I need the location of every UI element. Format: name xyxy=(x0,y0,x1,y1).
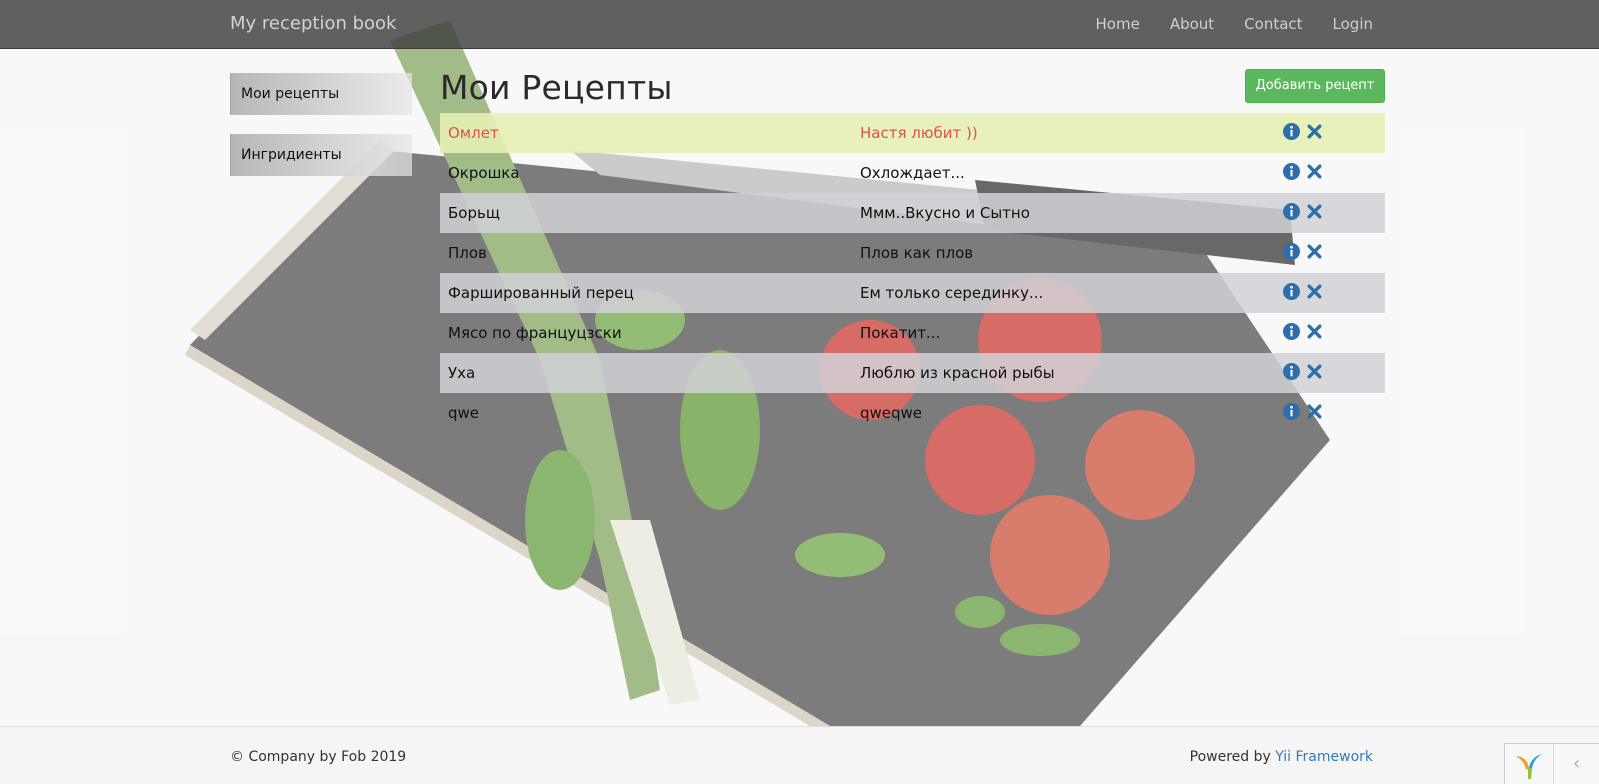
sidebar-item-ingredients[interactable]: Ингридиенты xyxy=(230,134,412,176)
recipe-description: Плов как плов xyxy=(860,244,974,262)
row-actions xyxy=(1283,403,1323,420)
row-actions xyxy=(1283,243,1323,260)
close-icon[interactable] xyxy=(1306,123,1323,140)
page-title: Мои Рецепты xyxy=(440,68,673,107)
powered-by: Powered by Yii Framework xyxy=(1190,749,1373,765)
close-icon[interactable] xyxy=(1306,323,1323,340)
recipe-description: Настя любит )) xyxy=(860,124,978,142)
recipe-description: qweqwe xyxy=(860,404,923,422)
recipe-name-link[interactable]: qwe xyxy=(448,404,479,422)
close-icon[interactable] xyxy=(1306,243,1323,260)
recipe-name-link[interactable]: Фаршированный перец xyxy=(448,284,634,302)
row-actions xyxy=(1283,283,1323,300)
table-row: Окрошка Охлождает... xyxy=(440,153,1385,193)
chevron-left-icon: ‹ xyxy=(1573,753,1581,774)
powered-by-prefix: Powered by xyxy=(1189,749,1276,765)
table-row: Борьщ Ммм..Вкусно и Сытно xyxy=(440,193,1385,233)
row-actions xyxy=(1283,203,1323,220)
recipe-description: Покатит... xyxy=(860,324,941,342)
table-row: Уха Люблю из красной рыбы xyxy=(440,353,1385,393)
close-icon[interactable] xyxy=(1306,283,1323,300)
info-circle-icon[interactable] xyxy=(1283,403,1300,420)
row-actions xyxy=(1283,323,1323,340)
info-circle-icon[interactable] xyxy=(1283,283,1300,300)
info-circle-icon[interactable] xyxy=(1283,203,1300,220)
copyright-text: © Company by Fob 2019 xyxy=(230,749,407,765)
info-circle-icon[interactable] xyxy=(1283,163,1300,180)
sidebar-item-my-recipes[interactable]: Мои рецепты xyxy=(230,73,412,115)
nav-about[interactable]: About xyxy=(1170,15,1214,33)
recipes-table: Омлет Настя любит )) Окрошка Охлождает..… xyxy=(440,113,1385,433)
table-row: qwe qweqwe xyxy=(440,393,1385,433)
nav-links: Home About Contact Login xyxy=(1096,15,1373,33)
recipe-description: Ммм..Вкусно и Сытно xyxy=(860,204,1030,222)
close-icon[interactable] xyxy=(1306,363,1323,380)
table-row: Омлет Настя любит )) xyxy=(440,113,1385,153)
recipe-description: Ем только серединку... xyxy=(860,284,1044,302)
nav-contact[interactable]: Contact xyxy=(1244,15,1302,33)
close-icon[interactable] xyxy=(1306,403,1323,420)
recipe-name-link[interactable]: Окрошка xyxy=(448,164,520,182)
close-icon[interactable] xyxy=(1306,203,1323,220)
yii-framework-link[interactable]: Yii Framework xyxy=(1275,749,1373,765)
recipe-name-link[interactable]: Плов xyxy=(448,244,487,262)
add-recipe-button[interactable]: Добавить рецепт xyxy=(1245,69,1385,103)
info-circle-icon[interactable] xyxy=(1283,363,1300,380)
top-navbar: My reception book Home About Contact Log… xyxy=(0,0,1599,49)
info-circle-icon[interactable] xyxy=(1283,123,1300,140)
recipe-name-link[interactable]: Мясо по француцзски xyxy=(448,324,622,342)
recipe-description: Люблю из красной рыбы xyxy=(860,364,1055,382)
nav-login[interactable]: Login xyxy=(1333,15,1373,33)
debug-toggle[interactable]: ‹ xyxy=(1553,744,1599,784)
row-actions xyxy=(1283,163,1323,180)
brand-link[interactable]: My reception book xyxy=(230,13,396,34)
recipe-name-link[interactable]: Борьщ xyxy=(448,204,500,222)
close-icon[interactable] xyxy=(1306,163,1323,180)
row-actions xyxy=(1283,123,1323,140)
page-footer: © Company by Fob 2019 Powered by Yii Fra… xyxy=(0,726,1599,784)
recipe-description: Охлождает... xyxy=(860,164,965,182)
info-circle-icon[interactable] xyxy=(1283,243,1300,260)
table-row: Плов Плов как плов xyxy=(440,233,1385,273)
info-circle-icon[interactable] xyxy=(1283,323,1300,340)
table-row: Фаршированный перец Ем только серединку.… xyxy=(440,273,1385,313)
debug-toolbar: ‹ xyxy=(1504,743,1599,784)
recipe-name-link[interactable]: Омлет xyxy=(448,124,499,142)
nav-home[interactable]: Home xyxy=(1096,15,1140,33)
table-row: Мясо по француцзски Покатит... xyxy=(440,313,1385,353)
recipe-name-link[interactable]: Уха xyxy=(448,364,475,382)
row-actions xyxy=(1283,363,1323,380)
yii-logo-icon[interactable] xyxy=(1514,752,1544,780)
